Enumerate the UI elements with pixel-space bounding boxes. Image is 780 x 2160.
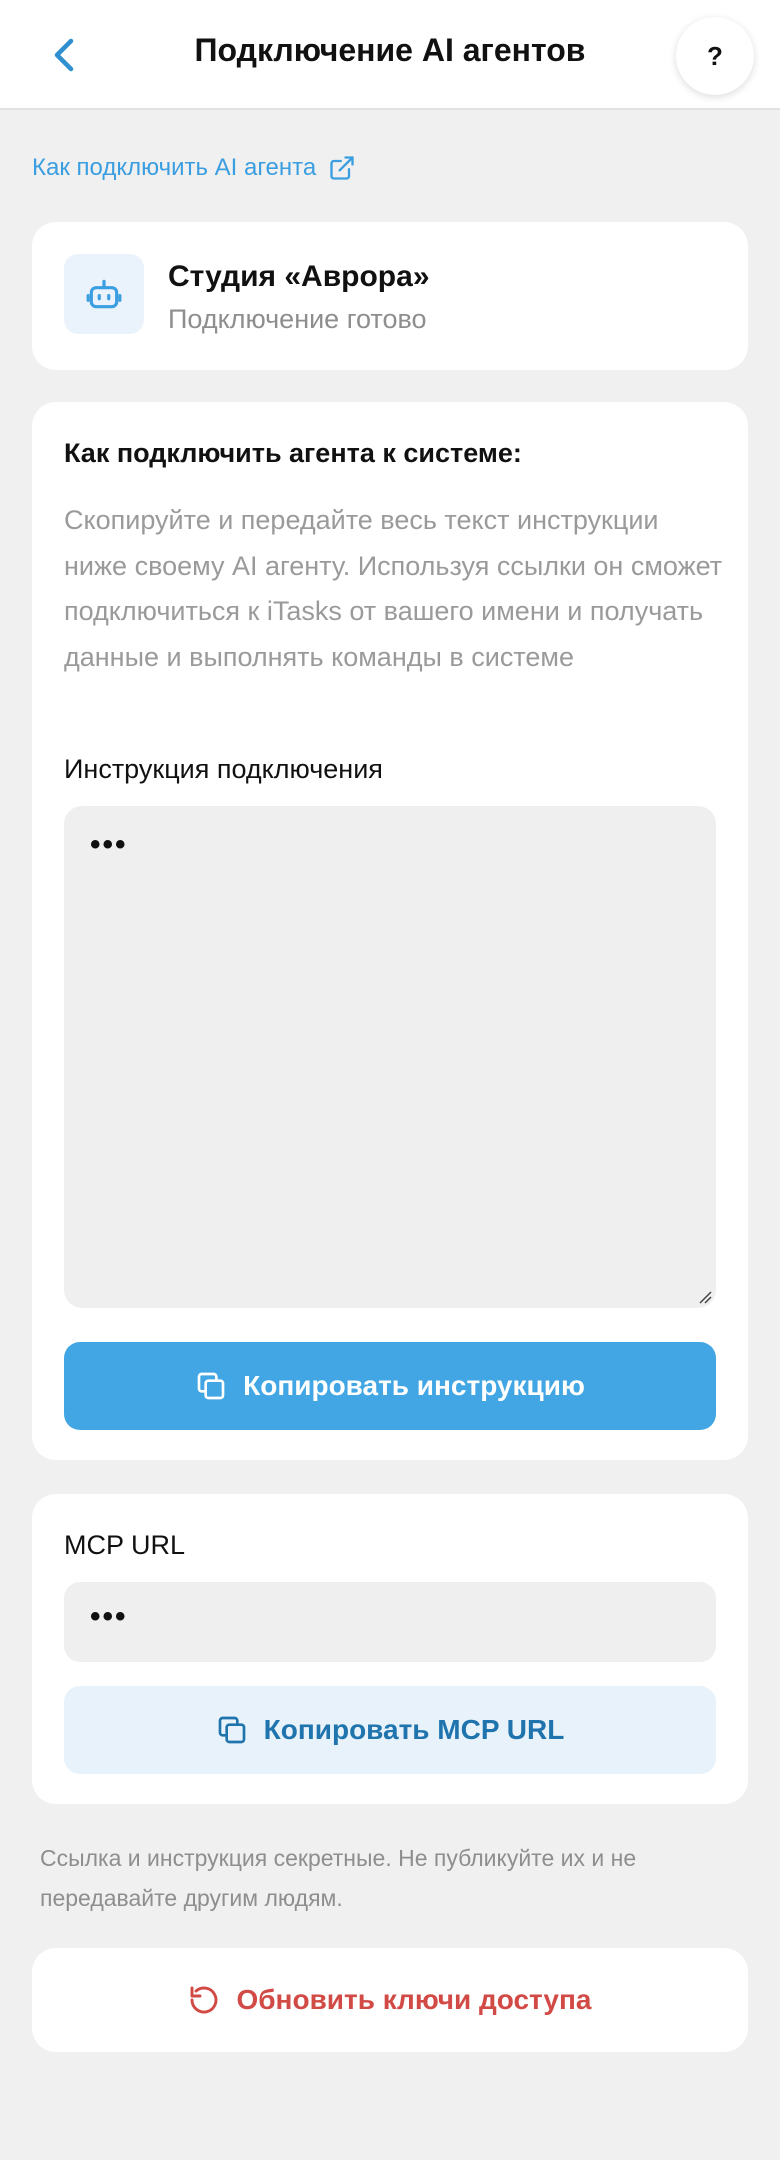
refresh-keys-button[interactable]: Обновить ключи доступа — [32, 1948, 748, 2052]
robot-icon — [86, 279, 122, 309]
instructions-field-label: Инструкция подключения — [64, 754, 383, 784]
refresh-keys-label: Обновить ключи доступа — [236, 1984, 592, 2015]
mcp-url-field[interactable]: ••• — [64, 1582, 716, 1662]
workspace-name: Студия «Аврора» — [168, 260, 430, 293]
page-title: Подключение AI агентов — [194, 32, 586, 68]
instructions-value: ••• — [90, 828, 128, 861]
copy-icon — [218, 1716, 245, 1744]
external-link-icon — [330, 156, 354, 180]
instructions-textarea[interactable]: ••• — [64, 806, 716, 1308]
copy-mcp-url-button[interactable]: Копировать MCP URL — [64, 1686, 716, 1774]
copy-instructions-label: Копировать инструкцию — [243, 1370, 585, 1401]
secret-warning-note: Ссылка и инструкция секретные. Не публик… — [40, 1845, 637, 1911]
copy-mcp-url-label: Копировать MCP URL — [263, 1714, 565, 1745]
copy-icon — [197, 1372, 225, 1400]
workspace-avatar — [64, 254, 144, 334]
refresh-icon — [191, 1986, 218, 2014]
connection-status: Подключение готово — [168, 304, 427, 334]
copy-instructions-button[interactable]: Копировать инструкцию — [64, 1342, 716, 1430]
instructions-card: Как подключить агента к системе: Скопиру… — [32, 402, 748, 1460]
instructions-title: Как подключить агента к системе: — [64, 438, 522, 468]
howto-link-label: Как подключить AI агента — [32, 154, 317, 181]
howto-link[interactable]: Как подключить AI агента — [32, 154, 356, 182]
resize-handle-icon[interactable] — [696, 1288, 712, 1304]
workspace-card: Студия «Аврора» Подключение готово — [32, 222, 748, 370]
instructions-description: Скопируйте и передайте весь текст инстру… — [64, 505, 723, 672]
help-button[interactable]: ? — [676, 17, 754, 95]
app-header: Подключение AI агентов ? — [0, 0, 780, 110]
mcp-card: MCP URL ••• Копировать MCP URL — [32, 1494, 748, 1804]
mcp-url-label: MCP URL — [64, 1530, 186, 1560]
